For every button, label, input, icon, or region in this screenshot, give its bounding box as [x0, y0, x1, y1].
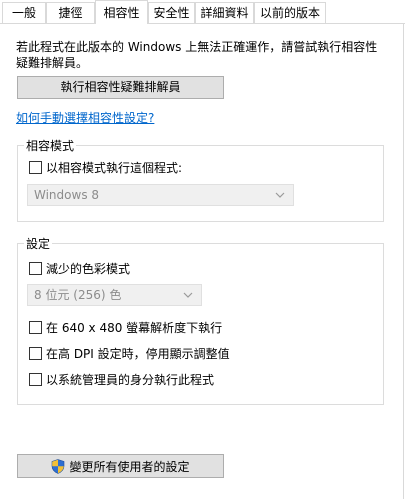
res-640-checkbox[interactable] — [29, 320, 42, 334]
compat-mode-group: 相容模式 以相容模式執行這個程式: Windows 8 — [17, 137, 384, 222]
compat-mode-row[interactable]: 以相容模式執行這個程式: — [29, 159, 182, 175]
settings-group: 設定 減少的色彩模式 8 位元 (256) 色 在 640 x 480 螢幕解析… — [17, 235, 384, 405]
compat-mode-checkbox[interactable] — [29, 160, 42, 174]
run-admin-label: 以系統管理員的身分執行此程式 — [46, 372, 215, 387]
tab-security[interactable]: 安全性 — [148, 2, 195, 23]
uac-shield-icon — [52, 458, 65, 474]
chevron-down-icon — [275, 192, 285, 198]
tab-previous-versions[interactable]: 以前的版本 — [254, 2, 326, 23]
tab-general[interactable]: 一般 — [2, 2, 46, 23]
run-admin-row[interactable]: 以系統管理員的身分執行此程式 — [29, 371, 214, 387]
manual-compat-link[interactable]: 如何手動選擇相容性設定? — [16, 109, 154, 126]
tab-shortcut[interactable]: 捷徑 — [46, 2, 95, 23]
compat-os-select[interactable]: Windows 8 — [27, 184, 294, 206]
color-depth-select[interactable]: 8 位元 (256) 色 — [27, 284, 202, 306]
run-admin-checkbox[interactable] — [29, 372, 42, 386]
res-640-row[interactable]: 在 640 x 480 螢幕解析度下執行 — [29, 319, 222, 335]
intro-text-line2: 疑難排解員。 — [16, 56, 89, 70]
change-all-users-button[interactable]: 變更所有使用者的設定 — [17, 454, 224, 478]
reduced-color-label: 減少的色彩模式 — [46, 261, 131, 276]
compat-os-select-value: Windows 8 — [34, 188, 100, 202]
tab-details[interactable]: 詳細資料 — [195, 2, 254, 23]
reduced-color-checkbox[interactable] — [29, 261, 42, 275]
change-all-users-label: 變更所有使用者的設定 — [69, 459, 190, 474]
settings-title: 設定 — [24, 235, 53, 252]
tab-bar: 一般 捷徑 相容性 安全性 詳細資料 以前的版本 — [0, 0, 405, 24]
high-dpi-checkbox[interactable] — [29, 346, 42, 360]
res-640-label: 在 640 x 480 螢幕解析度下執行 — [46, 320, 223, 335]
high-dpi-row[interactable]: 在高 DPI 設定時，停用顯示調整值 — [29, 345, 230, 361]
color-depth-select-value: 8 位元 (256) 色 — [34, 288, 122, 302]
chevron-down-icon — [183, 292, 193, 298]
compat-mode-title: 相容模式 — [24, 137, 77, 154]
compatibility-panel: 若此程式在此版本的 Windows 上無法正確運作，請嘗試執行相容性 疑難排解員… — [0, 24, 404, 499]
reduced-color-row[interactable]: 減少的色彩模式 — [29, 260, 130, 276]
intro-text-line1: 若此程式在此版本的 Windows 上無法正確運作，請嘗試執行相容性 — [16, 40, 378, 54]
compat-mode-label: 以相容模式執行這個程式: — [46, 160, 183, 175]
run-troubleshooter-button[interactable]: 執行相容性疑難排解員 — [17, 76, 224, 99]
tab-compatibility[interactable]: 相容性 — [95, 0, 148, 24]
high-dpi-label: 在高 DPI 設定時，停用顯示調整值 — [46, 346, 230, 361]
